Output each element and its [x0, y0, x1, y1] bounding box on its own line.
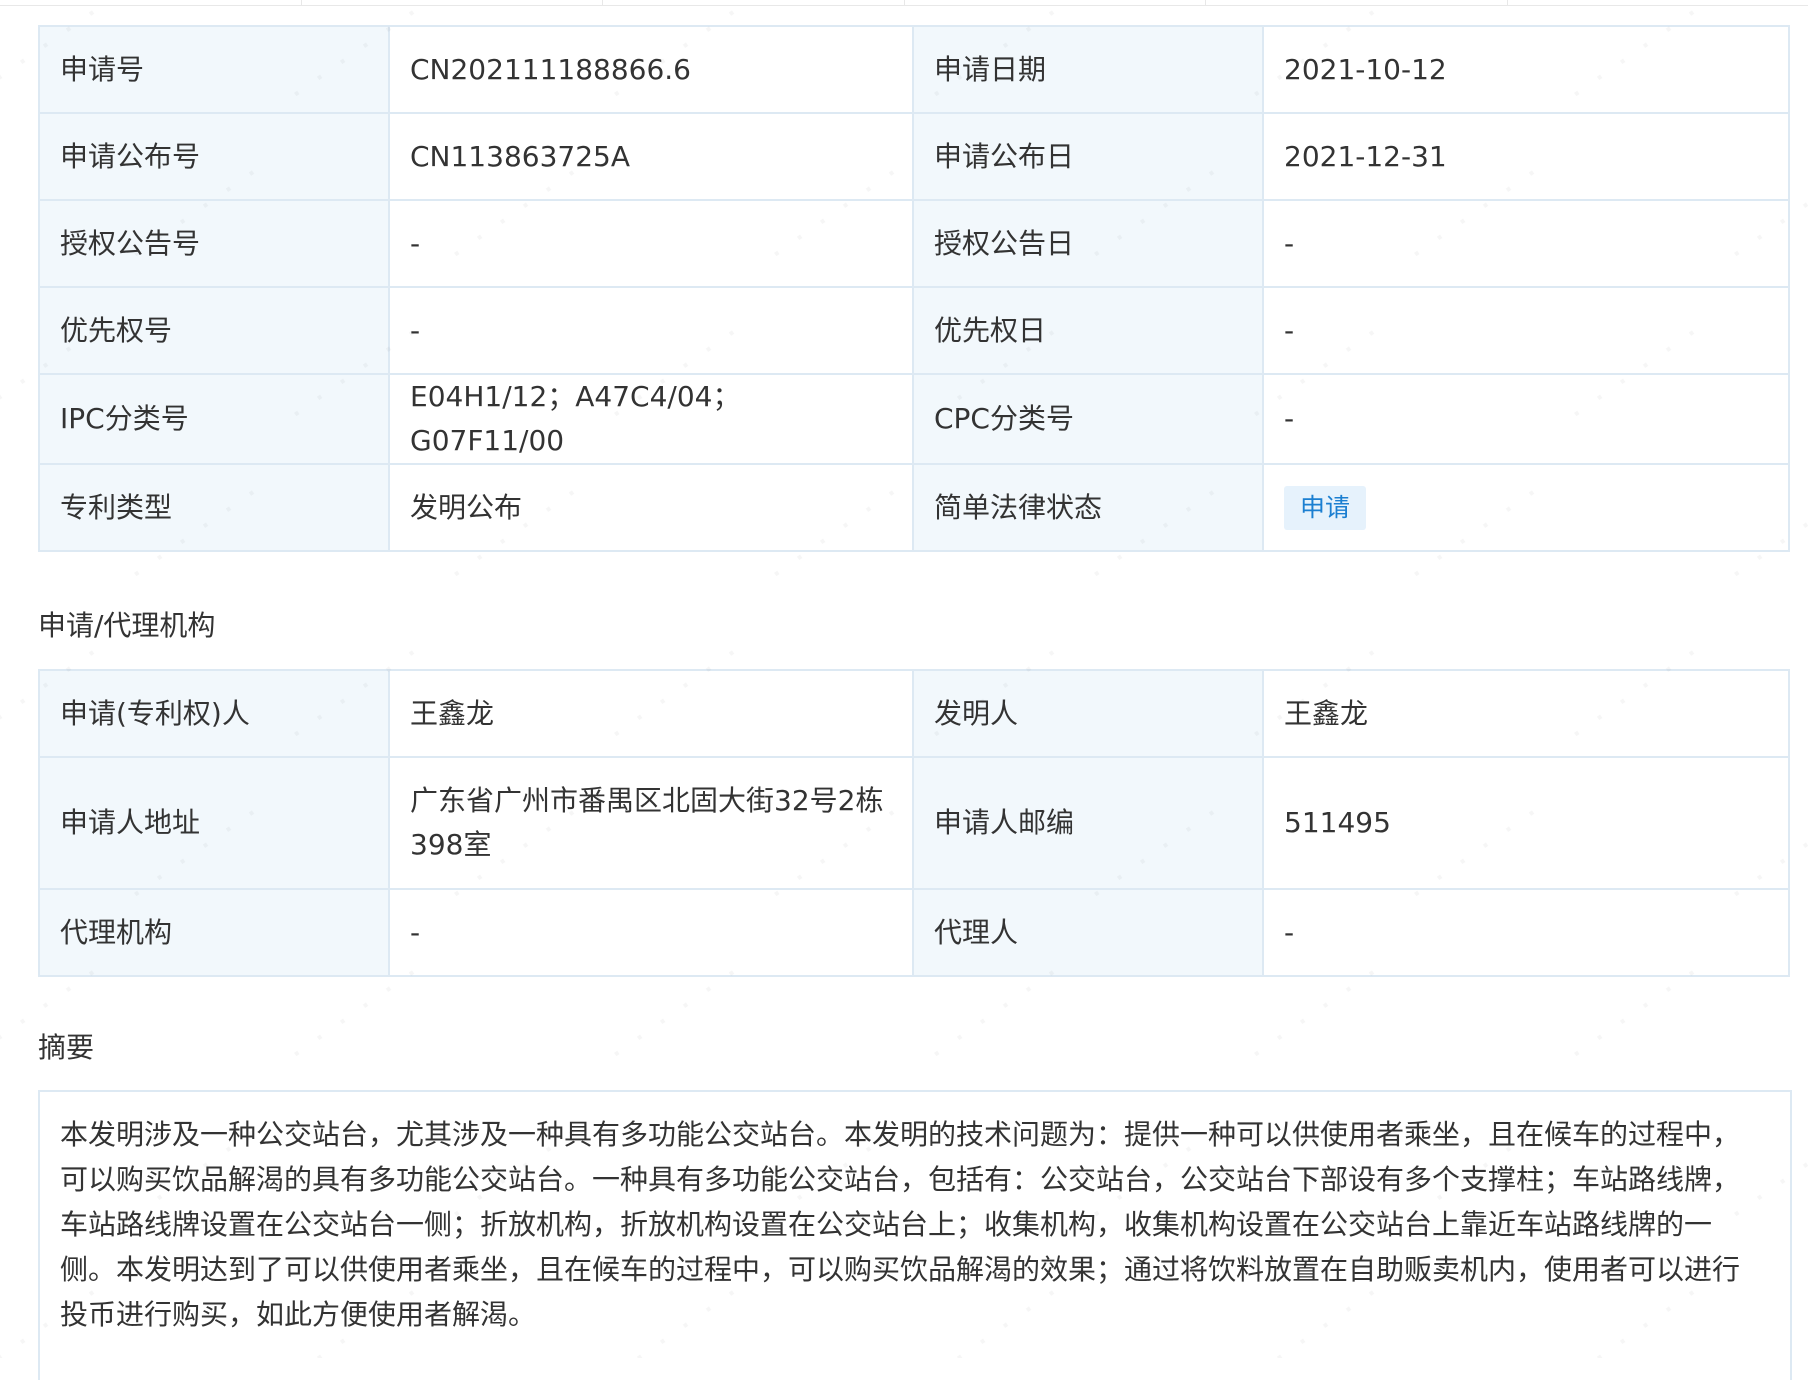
table-row: 代理机构 - 代理人 - — [39, 889, 1789, 976]
label-inventor: 发明人 — [913, 670, 1263, 757]
table-row: 申请号 CN202111188866.6 申请日期 2021-10-12 — [39, 26, 1789, 113]
label-application-date: 申请日期 — [913, 26, 1263, 113]
label-priority-number: 优先权号 — [39, 287, 389, 374]
address-line: 398室 — [410, 823, 892, 867]
legal-status-badge[interactable]: 申请 — [1284, 486, 1366, 530]
value-publication-number: CN113863725A — [389, 113, 913, 200]
value-application-date: 2021-10-12 — [1263, 26, 1789, 113]
value-inventor: 王鑫龙 — [1263, 670, 1789, 757]
label-priority-date: 优先权日 — [913, 287, 1263, 374]
label-ipc-class: IPC分类号 — [39, 374, 389, 464]
value-priority-date: - — [1263, 287, 1789, 374]
label-publication-date: 申请公布日 — [913, 113, 1263, 200]
label-postcode: 申请人邮编 — [913, 757, 1263, 889]
value-publication-date: 2021-12-31 — [1263, 113, 1789, 200]
value-agent: - — [1263, 889, 1789, 976]
abstract-line: 侧。本发明达到了可以供使用者乘坐，且在候车的过程中，可以购买饮品解渴的效果；通过… — [60, 1247, 1770, 1292]
label-application-number: 申请号 — [39, 26, 389, 113]
label-cpc-class: CPC分类号 — [913, 374, 1263, 464]
table-row: IPC分类号 E04H1/12；A47C4/04；G07F11/00 CPC分类… — [39, 374, 1789, 464]
tab-segment[interactable] — [302, 0, 604, 6]
tab-segment[interactable] — [905, 0, 1207, 6]
value-agency: - — [389, 889, 913, 976]
label-grant-number: 授权公告号 — [39, 200, 389, 287]
value-cpc-class: - — [1263, 374, 1789, 464]
label-applicant: 申请(专利权)人 — [39, 670, 389, 757]
table-row: 申请(专利权)人 王鑫龙 发明人 王鑫龙 — [39, 670, 1789, 757]
address-line: 广东省广州市番禺区北固大街32号2栋 — [410, 779, 892, 823]
table-row: 授权公告号 - 授权公告日 - — [39, 200, 1789, 287]
value-patent-type: 发明公布 — [389, 464, 913, 551]
tab-segment[interactable] — [0, 0, 302, 6]
value-application-number: CN202111188866.6 — [389, 26, 913, 113]
section-title-abstract: 摘要 — [38, 1026, 94, 1066]
table-row: 专利类型 发明公布 简单法律状态 申请 — [39, 464, 1789, 551]
tab-segment[interactable] — [603, 0, 905, 6]
value-ipc-class: E04H1/12；A47C4/04；G07F11/00 — [389, 374, 913, 464]
value-legal-status-cell: 申请 — [1263, 464, 1789, 551]
value-postcode: 511495 — [1263, 757, 1789, 889]
table-row: 优先权号 - 优先权日 - — [39, 287, 1789, 374]
tab-segment[interactable] — [1206, 0, 1508, 6]
label-patent-type: 专利类型 — [39, 464, 389, 551]
basic-info-table: 申请号 CN202111188866.6 申请日期 2021-10-12 申请公… — [38, 25, 1790, 552]
label-publication-number: 申请公布号 — [39, 113, 389, 200]
table-row: 申请公布号 CN113863725A 申请公布日 2021-12-31 — [39, 113, 1789, 200]
abstract-line: 本发明涉及一种公交站台，尤其涉及一种具有多功能公交站台。本发明的技术问题为：提供… — [60, 1112, 1770, 1157]
table-row: 申请人地址 广东省广州市番禺区北固大街32号2栋 398室 申请人邮编 5114… — [39, 757, 1789, 889]
agency-table: 申请(专利权)人 王鑫龙 发明人 王鑫龙 申请人地址 广东省广州市番禺区北固大街… — [38, 669, 1790, 977]
section-title-agency: 申请/代理机构 — [38, 604, 215, 644]
label-agency: 代理机构 — [39, 889, 389, 976]
value-priority-number: - — [389, 287, 913, 374]
value-grant-date: - — [1263, 200, 1789, 287]
abstract-box: 本发明涉及一种公交站台，尤其涉及一种具有多功能公交站台。本发明的技术问题为：提供… — [38, 1090, 1792, 1380]
label-legal-status: 简单法律状态 — [913, 464, 1263, 551]
label-applicant-address: 申请人地址 — [39, 757, 389, 889]
abstract-line: 车站路线牌设置在公交站台一侧；折放机构，折放机构设置在公交站台上；收集机构，收集… — [60, 1202, 1770, 1247]
value-applicant: 王鑫龙 — [389, 670, 913, 757]
top-tab-strip — [0, 0, 1808, 6]
value-grant-number: - — [389, 200, 913, 287]
tab-segment[interactable] — [1508, 0, 1808, 6]
label-grant-date: 授权公告日 — [913, 200, 1263, 287]
value-applicant-address: 广东省广州市番禺区北固大街32号2栋 398室 — [389, 757, 913, 889]
label-agent: 代理人 — [913, 889, 1263, 976]
abstract-line: 可以购买饮品解渴的具有多功能公交站台。一种具有多功能公交站台，包括有：公交站台，… — [60, 1157, 1770, 1202]
abstract-line: 投币进行购买，如此方便使用者解渴。 — [60, 1292, 1770, 1337]
